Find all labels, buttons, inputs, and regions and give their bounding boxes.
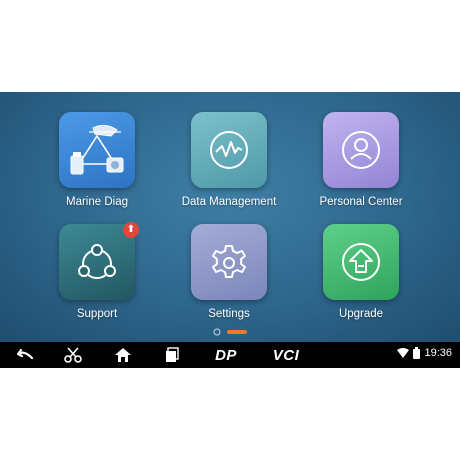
gear-icon (212, 245, 246, 278)
battery-icon (413, 347, 421, 359)
navigation-bar: DP VCI 19:36 (0, 342, 460, 368)
recent-apps-icon (166, 347, 179, 362)
upgrade-app[interactable] (323, 224, 399, 300)
back-icon (16, 348, 34, 360)
home-button[interactable] (112, 345, 134, 365)
screenshot-button[interactable] (62, 345, 84, 365)
upgrade-label: Upgrade (338, 308, 384, 320)
marine-diag-icon (70, 124, 124, 175)
clock: 19:36 (424, 347, 452, 359)
user-icon (342, 131, 380, 169)
recent-apps-button[interactable] (162, 345, 182, 365)
page-indicator (213, 328, 247, 336)
settings-app[interactable] (191, 224, 267, 300)
personal-center-label: Personal Center (319, 196, 403, 208)
settings-label: Settings (208, 308, 250, 320)
marine-diag-app[interactable] (59, 112, 135, 188)
dp-logo[interactable]: DP (209, 345, 243, 365)
upgrade-icon (342, 243, 380, 281)
support-icon (78, 244, 116, 279)
scissors-icon (64, 347, 82, 363)
wifi-icon (397, 348, 410, 358)
marine-diag-label: Marine Diag (66, 196, 128, 208)
page-dot-active (227, 330, 247, 334)
notification-badge: ⬆ (123, 222, 139, 238)
support-label: Support (76, 308, 118, 320)
data-management-label: Data Management (181, 196, 277, 208)
waveform-icon (210, 131, 248, 169)
page-dot-search (213, 328, 221, 336)
personal-center-app[interactable] (323, 112, 399, 188)
status-area: 19:36 (397, 347, 452, 359)
back-button[interactable] (12, 345, 36, 365)
home-screen: Marine Diag Data Management Personal Cen… (0, 92, 460, 342)
vci-logo[interactable]: VCI (268, 345, 304, 365)
data-management-app[interactable] (191, 112, 267, 188)
home-icon (115, 348, 131, 362)
support-app[interactable] (59, 224, 135, 300)
